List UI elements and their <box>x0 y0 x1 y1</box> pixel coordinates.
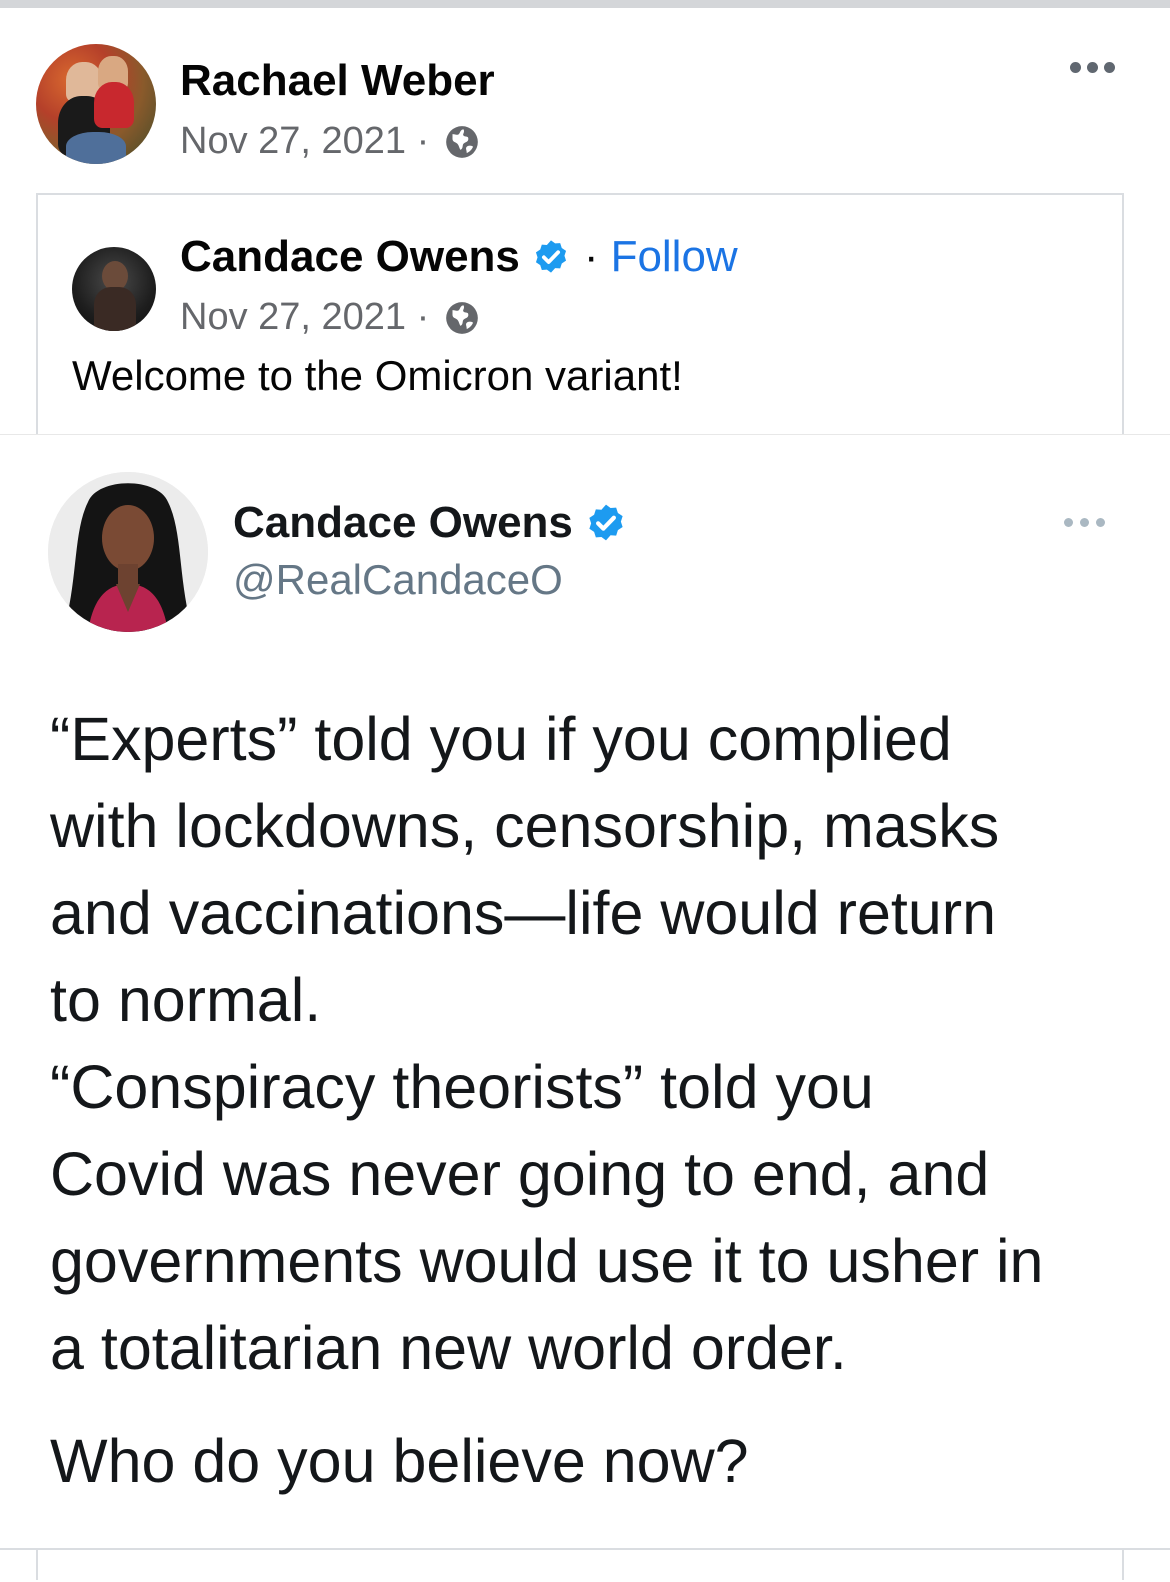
tweet-author-line: Candace Owens <box>233 498 627 548</box>
globe-icon <box>446 301 479 334</box>
tweet-text-line: to normal. <box>50 966 322 1034</box>
shared-post-text: Welcome to the Omicron variant! <box>72 352 683 399</box>
card-edge-right <box>1122 1548 1124 1580</box>
tweet-text-line: “Conspiracy theorists” told you <box>50 1053 874 1121</box>
tweet-handle: @RealCandaceO <box>233 556 563 603</box>
verified-badge-icon <box>589 504 623 541</box>
tweet-text-line: with lockdowns, censorship, masks <box>50 792 1000 860</box>
tweet-text-line: and vaccinations—life would return <box>50 879 997 947</box>
post-meta: Nov 27, 2021 · <box>180 120 481 163</box>
tweet-question: Who do you believe now? <box>50 1427 749 1495</box>
shared-post-meta: Nov 27, 2021 · <box>180 296 481 339</box>
tweet-author-name: Candace Owens <box>233 498 573 547</box>
tweet-avatar <box>48 472 208 632</box>
shared-author-line: Candace Owens · Follow <box>180 232 738 282</box>
shared-author-avatar[interactable] <box>72 247 156 331</box>
author-name[interactable]: Rachael Weber <box>180 56 495 106</box>
shared-author-name[interactable]: Candace Owens <box>180 232 520 282</box>
more-options-icon[interactable] <box>1070 62 1115 73</box>
tweet-text-line: governments would use it to usher in <box>50 1227 1044 1295</box>
bottom-divider <box>0 1548 1170 1582</box>
separator: · <box>583 232 599 281</box>
card-edge-left <box>36 1548 38 1580</box>
tweet-text-line: “Experts” told you if you complied <box>50 705 952 773</box>
globe-icon <box>446 125 479 158</box>
more-options-icon <box>1064 518 1105 527</box>
verified-badge-icon <box>535 240 566 273</box>
tweet-text: “Experts” told you if you complied with … <box>50 696 1140 1392</box>
follow-button[interactable]: Follow <box>611 232 738 282</box>
shared-post-date[interactable]: Nov 27, 2021 · <box>180 296 429 339</box>
tweet-avatar-portrait <box>48 472 208 632</box>
top-divider <box>0 0 1170 8</box>
post-date[interactable]: Nov 27, 2021 · <box>180 120 429 163</box>
tweet-text-line: Covid was never going to end, and <box>50 1140 990 1208</box>
author-avatar[interactable] <box>36 44 156 164</box>
tweet-text-line: a totalitarian new world order. <box>50 1314 847 1382</box>
